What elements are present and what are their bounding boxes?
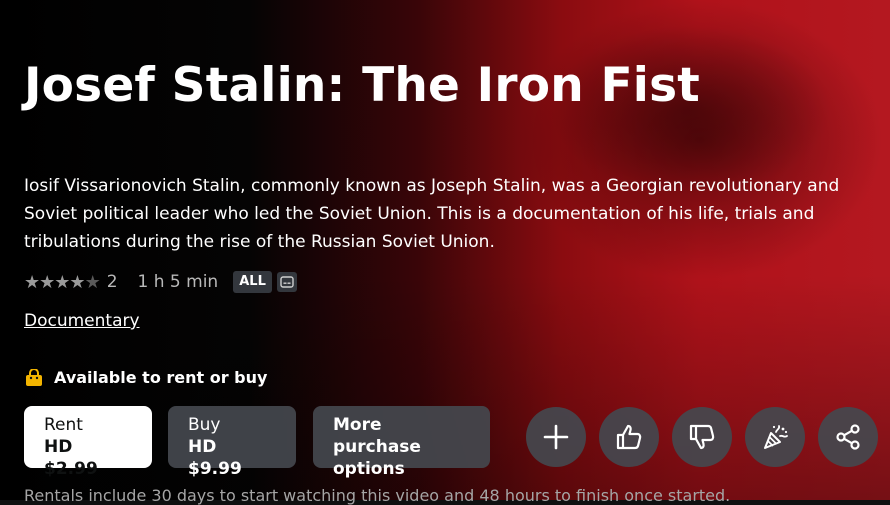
empty-star-icon: ★ xyxy=(84,271,101,293)
meta-row: ★ ★ ★ ★ ★ 2 1 h 5 min ALL xyxy=(24,270,297,294)
star-icon: ★ xyxy=(54,271,70,293)
shopping-bag-icon xyxy=(26,368,42,386)
page-title: Josef Stalin: The Iron Fist xyxy=(24,58,700,113)
star-rating[interactable]: ★ ★ ★ ★ ★ xyxy=(24,271,101,293)
rent-price: HD $2.99 xyxy=(44,437,98,479)
rent-button[interactable]: Rent HD $2.99 xyxy=(24,406,152,479)
runtime: 1 h 5 min xyxy=(137,272,219,292)
buy-price: HD $9.99 xyxy=(188,437,242,479)
synopsis: Iosif Vissarionovich Stalin, commonly kn… xyxy=(24,176,840,252)
more-options-line1: More purchase xyxy=(333,415,421,457)
like-button[interactable] xyxy=(599,407,659,467)
rating-count: 2 xyxy=(106,272,118,292)
half-star-icon: ★ xyxy=(69,271,85,293)
availability-notice: Available to rent or buy xyxy=(24,368,267,387)
availability-text: Available to rent or buy xyxy=(54,368,268,387)
genre-link[interactable]: Documentary xyxy=(24,311,140,331)
maturity-badge: ALL xyxy=(233,271,272,293)
rental-terms: Rentals include 30 days to start watchin… xyxy=(24,486,731,505)
dislike-button[interactable] xyxy=(672,407,732,467)
star-icon: ★ xyxy=(24,271,40,293)
party-popper-icon xyxy=(764,425,788,449)
subtitles-icon xyxy=(276,272,297,292)
more-options-line2: options xyxy=(333,459,405,479)
watch-party-button[interactable] xyxy=(745,407,805,467)
thumbs-down-icon xyxy=(689,424,715,450)
plus-icon xyxy=(543,424,569,450)
share-button[interactable] xyxy=(818,407,878,467)
share-icon xyxy=(836,424,860,450)
rent-label: Rent xyxy=(44,415,83,435)
more-purchase-options-button[interactable]: More purchase options xyxy=(313,406,490,479)
star-icon: ★ xyxy=(39,271,55,293)
add-to-watchlist-button[interactable] xyxy=(526,407,586,467)
thumbs-up-icon xyxy=(616,424,642,450)
buy-label: Buy xyxy=(188,415,221,435)
buy-button[interactable]: Buy HD $9.99 xyxy=(168,406,296,479)
